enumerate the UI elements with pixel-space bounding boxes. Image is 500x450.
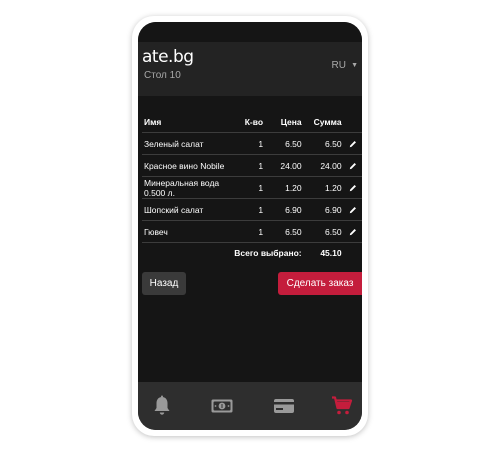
pencil-icon — [349, 229, 356, 236]
item-name: Красное вино Nobile — [142, 154, 240, 177]
item-sum: 6.50 — [303, 220, 344, 243]
pencil-icon — [349, 141, 356, 148]
credit-card-icon — [274, 399, 294, 413]
item-name: Зеленый салат — [142, 132, 240, 155]
item-sum: 6.90 — [303, 198, 344, 221]
item-price: 6.50 — [265, 132, 304, 155]
edit-item-button[interactable] — [343, 154, 362, 177]
item-name: Гювеч — [142, 220, 240, 243]
column-header-name: Имя — [142, 112, 240, 133]
pencil-icon — [349, 163, 356, 170]
bell-icon — [154, 395, 170, 415]
item-qty: 1 — [239, 132, 266, 155]
column-header-price: Цена — [265, 112, 304, 133]
table-row: Красное вино Nobile 1 24.00 24.00 — [142, 154, 362, 177]
column-header-qty: К-во — [239, 112, 266, 133]
edit-item-button[interactable] — [343, 220, 362, 243]
language-select[interactable]: RU — [332, 60, 346, 71]
item-qty: 1 — [239, 154, 266, 177]
nav-payment[interactable] — [272, 394, 296, 418]
total-label: Всего выбрано: — [234, 248, 302, 258]
pencil-icon — [349, 185, 356, 192]
app-header: ate.bg Стол 10 RU ▼ — [138, 42, 362, 96]
order-table: Имя К-во Цена Сумма Зеленый салат 1 6.50… — [142, 112, 362, 263]
cash-icon — [211, 399, 233, 413]
nav-notifications[interactable] — [150, 394, 174, 418]
cart-icon — [332, 396, 353, 415]
nav-cash[interactable] — [210, 394, 234, 418]
item-price: 6.90 — [265, 198, 304, 221]
table-row: Шопский салат 1 6.90 6.90 — [142, 198, 362, 221]
item-price: 1.20 — [265, 176, 304, 199]
item-name: Минеральная вода 0.500 л. — [142, 176, 240, 199]
item-name: Шопский салат — [142, 198, 240, 221]
item-sum: 1.20 — [303, 176, 344, 199]
total-row: Всего выбрано: 45.10 — [142, 243, 362, 264]
back-button[interactable]: Назад — [142, 272, 186, 295]
item-qty: 1 — [239, 176, 266, 199]
item-sum: 24.00 — [303, 154, 344, 177]
item-price: 24.00 — [265, 154, 304, 177]
table-number: Стол 10 — [144, 70, 181, 81]
edit-item-button[interactable] — [343, 176, 362, 199]
pencil-icon — [349, 207, 356, 214]
column-header-edit — [343, 112, 362, 133]
table-row: Зеленый салат 1 6.50 6.50 — [142, 132, 362, 155]
item-price: 6.50 — [265, 220, 304, 243]
bottom-nav — [138, 382, 362, 430]
item-qty: 1 — [239, 198, 266, 221]
item-sum: 6.50 — [303, 132, 344, 155]
chevron-down-icon[interactable]: ▼ — [351, 62, 358, 69]
phone-frame: ate.bg Стол 10 RU ▼ Имя К-во Цена Сумма … — [132, 16, 368, 436]
table-row: Минеральная вода 0.500 л. 1 1.20 1.20 — [142, 176, 362, 199]
edit-item-button[interactable] — [343, 132, 362, 155]
status-bar — [138, 22, 362, 42]
table-header-row: Имя К-во Цена Сумма — [142, 112, 362, 133]
column-header-sum: Сумма — [303, 112, 344, 133]
app-logo[interactable]: ate.bg — [142, 47, 194, 67]
edit-item-button[interactable] — [343, 198, 362, 221]
app-screen: ate.bg Стол 10 RU ▼ Имя К-во Цена Сумма … — [138, 22, 362, 430]
table-row: Гювеч 1 6.50 6.50 — [142, 220, 362, 243]
total-value: 45.10 — [320, 248, 342, 258]
item-qty: 1 — [239, 220, 266, 243]
nav-cart[interactable] — [330, 394, 354, 418]
place-order-button[interactable]: Сделать заказ — [278, 272, 362, 295]
